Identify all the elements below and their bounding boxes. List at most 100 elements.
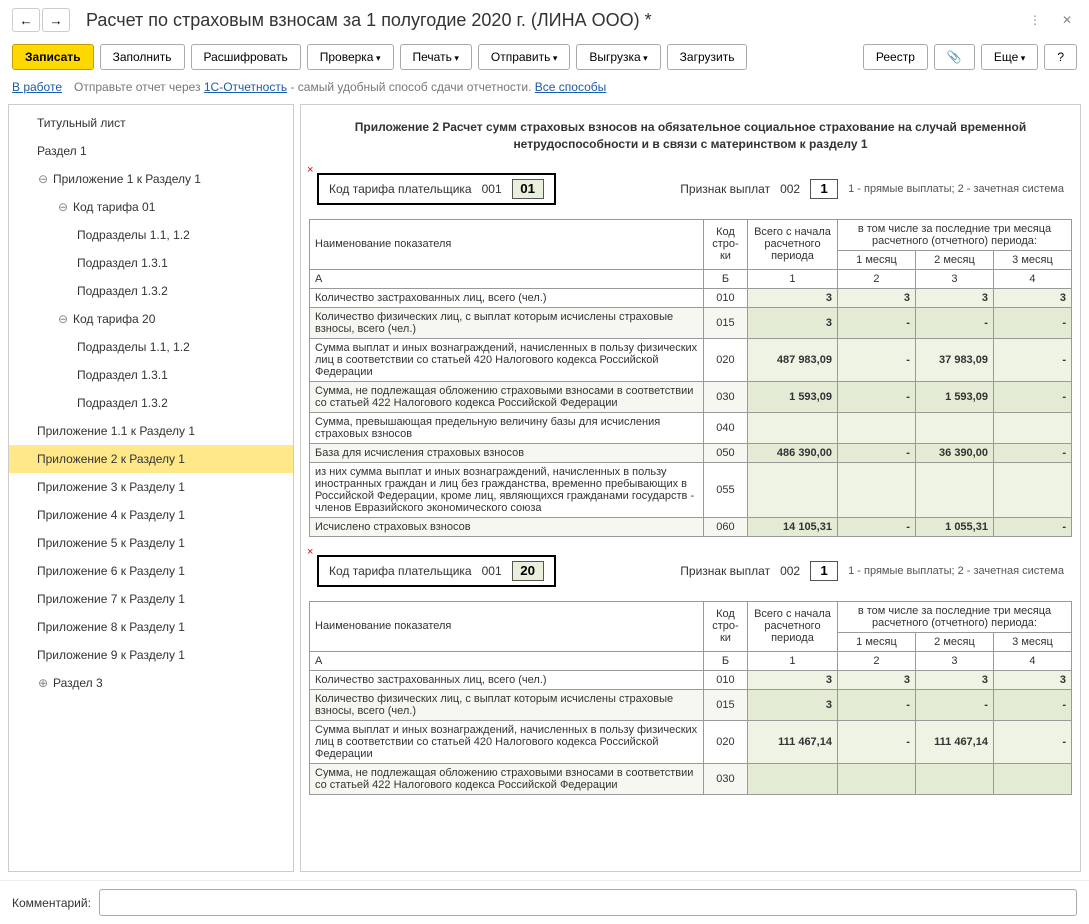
send-button[interactable]: Отправить: [478, 44, 571, 70]
tree-item-2[interactable]: ⊖Приложение 1 к Разделу 1: [9, 165, 293, 193]
cell-total[interactable]: 111 467,14: [747, 720, 837, 763]
registry-button[interactable]: Реестр: [863, 44, 928, 70]
tariff-code-input-2[interactable]: [512, 561, 544, 581]
attach-button[interactable]: 📎: [934, 44, 975, 70]
cell-m3[interactable]: -: [993, 338, 1071, 381]
cell-m1[interactable]: -: [837, 381, 915, 412]
tree-item-12[interactable]: Приложение 2 к Разделу 1: [9, 445, 293, 473]
tree-item-19[interactable]: Приложение 9 к Разделу 1: [9, 641, 293, 669]
cell-m2[interactable]: [915, 763, 993, 794]
cell-total[interactable]: 14 105,31: [747, 517, 837, 536]
cell-total[interactable]: 3: [747, 689, 837, 720]
cell-m2[interactable]: [915, 462, 993, 517]
cell-m1[interactable]: -: [837, 689, 915, 720]
tree-item-11[interactable]: Приложение 1.1 к Разделу 1: [9, 417, 293, 445]
th-m3: 3 месяц: [993, 250, 1071, 269]
cell-total[interactable]: 3: [747, 307, 837, 338]
tree-toggle-icon[interactable]: ⊖: [57, 312, 69, 326]
tree-item-3[interactable]: ⊖Код тарифа 01: [9, 193, 293, 221]
cell-m2[interactable]: 36 390,00: [915, 443, 993, 462]
cell-m1[interactable]: [837, 462, 915, 517]
cell-m1[interactable]: 3: [837, 288, 915, 307]
cell-m1[interactable]: -: [837, 720, 915, 763]
tree-toggle-icon[interactable]: ⊕: [37, 676, 49, 690]
back-button[interactable]: ←: [12, 8, 40, 32]
cell-m3[interactable]: -: [993, 517, 1071, 536]
tree-item-16[interactable]: Приложение 6 к Разделу 1: [9, 557, 293, 585]
sign-input-2[interactable]: [810, 561, 838, 581]
cell-m3[interactable]: -: [993, 689, 1071, 720]
cell-total[interactable]: 486 390,00: [747, 443, 837, 462]
cell-m1[interactable]: [837, 763, 915, 794]
tree-item-20[interactable]: ⊕Раздел 3: [9, 669, 293, 697]
forward-button[interactable]: →: [42, 8, 70, 32]
cell-m3[interactable]: -: [993, 720, 1071, 763]
cell-total[interactable]: [747, 412, 837, 443]
tree-toggle-icon[interactable]: ⊖: [57, 200, 69, 214]
comment-input[interactable]: [99, 889, 1077, 916]
cell-total[interactable]: 3: [747, 670, 837, 689]
cell-m2[interactable]: 37 983,09: [915, 338, 993, 381]
cell-m3[interactable]: -: [993, 381, 1071, 412]
tree-item-14[interactable]: Приложение 4 к Разделу 1: [9, 501, 293, 529]
tree-item-0[interactable]: Титульный лист: [9, 109, 293, 137]
cell-m1[interactable]: 3: [837, 670, 915, 689]
tariff-code-input-1[interactable]: [512, 179, 544, 199]
cell-m3[interactable]: [993, 412, 1071, 443]
tree-item-7[interactable]: ⊖Код тарифа 20: [9, 305, 293, 333]
cell-m2[interactable]: 1 593,09: [915, 381, 993, 412]
cell-m1[interactable]: -: [837, 517, 915, 536]
tree-item-4[interactable]: Подразделы 1.1, 1.2: [9, 221, 293, 249]
cell-m2[interactable]: 111 467,14: [915, 720, 993, 763]
tree-item-6[interactable]: Подраздел 1.3.2: [9, 277, 293, 305]
cell-m2[interactable]: -: [915, 689, 993, 720]
export-button[interactable]: Выгрузка: [576, 44, 660, 70]
tree-item-9[interactable]: Подраздел 1.3.1: [9, 361, 293, 389]
cell-m1[interactable]: -: [837, 443, 915, 462]
tree-item-8[interactable]: Подразделы 1.1, 1.2: [9, 333, 293, 361]
tree-item-10[interactable]: Подраздел 1.3.2: [9, 389, 293, 417]
cell-m3[interactable]: [993, 763, 1071, 794]
decode-button[interactable]: Расшифровать: [191, 44, 301, 70]
cell-total[interactable]: 1 593,09: [747, 381, 837, 412]
status-in-work[interactable]: В работе: [12, 80, 62, 94]
tree-item-17[interactable]: Приложение 7 к Разделу 1: [9, 585, 293, 613]
tree-item-label: Приложение 4 к Разделу 1: [37, 508, 185, 522]
fill-button[interactable]: Заполнить: [100, 44, 185, 70]
tree-item-5[interactable]: Подраздел 1.3.1: [9, 249, 293, 277]
cell-m3[interactable]: -: [993, 307, 1071, 338]
tree-item-18[interactable]: Приложение 8 к Разделу 1: [9, 613, 293, 641]
print-button[interactable]: Печать: [400, 44, 472, 70]
cell-m2[interactable]: 1 055,31: [915, 517, 993, 536]
cell-m3[interactable]: 3: [993, 670, 1071, 689]
cell-m2[interactable]: [915, 412, 993, 443]
tree-item-15[interactable]: Приложение 5 к Разделу 1: [9, 529, 293, 557]
status-all-methods-link[interactable]: Все способы: [535, 80, 607, 94]
tree-toggle-icon[interactable]: ⊖: [37, 172, 49, 186]
more-button[interactable]: Еще: [981, 44, 1038, 70]
tree-item-1[interactable]: Раздел 1: [9, 137, 293, 165]
cell-total[interactable]: 487 983,09: [747, 338, 837, 381]
save-button[interactable]: Записать: [12, 44, 94, 70]
status-1c-link[interactable]: 1С-Отчетность: [204, 80, 287, 94]
cell-m2[interactable]: -: [915, 307, 993, 338]
cell-m1[interactable]: -: [837, 338, 915, 381]
cell-name: Количество застрахованных лиц, всего (че…: [310, 288, 704, 307]
help-button[interactable]: ?: [1044, 44, 1077, 70]
cell-m2[interactable]: 3: [915, 670, 993, 689]
cell-m1[interactable]: [837, 412, 915, 443]
cell-m3[interactable]: -: [993, 443, 1071, 462]
cell-m2[interactable]: 3: [915, 288, 993, 307]
cell-m3[interactable]: 3: [993, 288, 1071, 307]
cell-total[interactable]: [747, 462, 837, 517]
close-icon[interactable]: ✕: [1057, 10, 1077, 30]
more-icon[interactable]: ⋮: [1025, 10, 1045, 30]
cell-total[interactable]: 3: [747, 288, 837, 307]
cell-total[interactable]: [747, 763, 837, 794]
check-button[interactable]: Проверка: [307, 44, 394, 70]
sign-input-1[interactable]: [810, 179, 838, 199]
cell-m3[interactable]: [993, 462, 1071, 517]
import-button[interactable]: Загрузить: [667, 44, 748, 70]
cell-m1[interactable]: -: [837, 307, 915, 338]
tree-item-13[interactable]: Приложение 3 к Разделу 1: [9, 473, 293, 501]
